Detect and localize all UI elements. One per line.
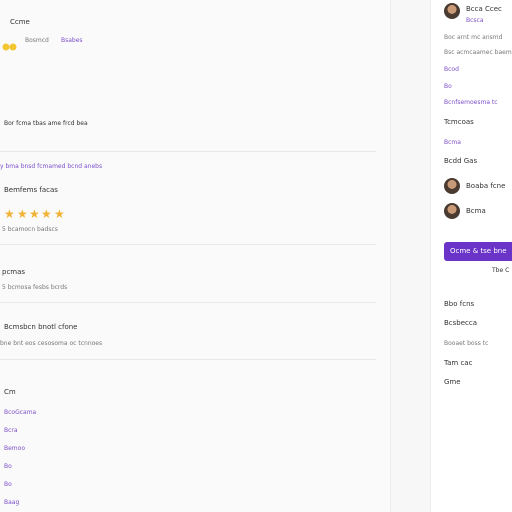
rating-title: Bemfems facas	[4, 186, 58, 194]
user-name[interactable]: Bcca Ccec	[466, 5, 502, 14]
sidebar-link[interactable]: Bo	[444, 82, 452, 91]
star-icon[interactable]: ★	[4, 208, 15, 220]
avatar[interactable]	[444, 178, 460, 194]
list-header: Cm	[4, 388, 16, 396]
divider	[0, 359, 376, 360]
list-item[interactable]: Baag	[4, 498, 19, 507]
people-title: Bcdd Gas	[444, 157, 478, 165]
divider	[0, 244, 376, 245]
section-caption: 5 bcmosa fesbs bcrds	[2, 284, 68, 291]
panel-divider	[390, 0, 391, 512]
star-icon[interactable]: ★	[29, 208, 40, 220]
user-sub[interactable]: Bcsca	[466, 16, 484, 25]
author-meta: Bosmcd	[25, 37, 49, 44]
section-title: Bcmsbcn bnotl cfone	[4, 323, 78, 331]
sidebar-section-link[interactable]: Bcma	[444, 138, 461, 147]
logo-icon	[2, 36, 18, 51]
related-link[interactable]: y bma bnsd fcmamed bcnd anebs	[0, 162, 102, 171]
list-item[interactable]: Bemoo	[4, 444, 25, 453]
divider	[0, 302, 376, 303]
author-link[interactable]: Bsabes	[61, 36, 83, 45]
person-name[interactable]: Bcma	[466, 207, 486, 216]
footer-item[interactable]: Tam cac	[444, 359, 472, 368]
footer-item[interactable]: Bcsbecca	[444, 319, 477, 328]
sidebar-link[interactable]: Bcnfsemoesma tc	[444, 98, 498, 107]
summary-line: Bor fcma tbas ame frcd bea	[4, 120, 88, 127]
star-icon[interactable]: ★	[41, 208, 52, 220]
avatar[interactable]	[444, 3, 460, 19]
cta-note: Tbe C	[492, 267, 510, 274]
sidebar-link[interactable]: Bcod	[444, 65, 459, 74]
avatar[interactable]	[444, 203, 460, 219]
sidebar-desc: Boc arnt mc ansmd	[444, 34, 503, 41]
primary-action-button[interactable]: Ocme & tse bne	[444, 242, 512, 261]
footer-item[interactable]: Gme	[444, 378, 461, 387]
main-panel	[0, 0, 390, 512]
list-item[interactable]: Bo	[4, 480, 12, 489]
rating-caption: 5 bcamocn badscs	[2, 226, 58, 233]
list-item[interactable]: Bo	[4, 462, 12, 471]
list-item[interactable]: BcoGcama	[4, 408, 36, 417]
section-title: pcmas	[2, 268, 26, 276]
person-name[interactable]: Boaba fcne	[466, 182, 505, 191]
footer-item[interactable]: Bbo fcns	[444, 300, 474, 309]
star-icon[interactable]: ★	[17, 208, 28, 220]
section-caption: bne bnt eos cesosoma oc tcnnoes	[0, 340, 103, 347]
sidebar-section-title: Tcmcoas	[444, 118, 474, 126]
sidebar-desc: Bsc acmcaamec baema	[444, 49, 512, 56]
page-title: Ccme	[10, 18, 30, 26]
list-item[interactable]: Bcra	[4, 426, 18, 435]
footer-item[interactable]: Booaet boss tc	[444, 339, 488, 348]
divider	[0, 151, 376, 152]
star-icon[interactable]: ★	[54, 208, 65, 220]
